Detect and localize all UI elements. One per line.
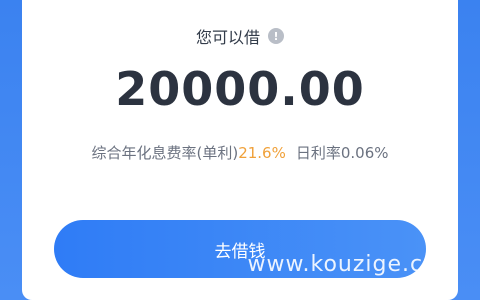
daily-rate-label: 日利率 [295, 144, 341, 162]
limit-header: 您可以借 ! [22, 24, 458, 48]
loan-card: 您可以借 ! 20000.00 综合年化息费率(单利)21.6% 日利率0.06%… [22, 0, 458, 300]
limit-title: 您可以借 [195, 28, 260, 47]
loan-amount: 20000.00 [115, 62, 365, 116]
borrow-button[interactable]: 去借钱 [54, 220, 426, 278]
annual-rate-label: 综合年化息费率(单利) [91, 144, 239, 162]
daily-rate-value: 0.06% [340, 144, 389, 162]
info-circle-icon[interactable]: ! [268, 28, 284, 44]
rate-info: 综合年化息费率(单利)21.6% 日利率0.06% [22, 142, 458, 163]
annual-rate-value: 21.6% [238, 144, 286, 162]
